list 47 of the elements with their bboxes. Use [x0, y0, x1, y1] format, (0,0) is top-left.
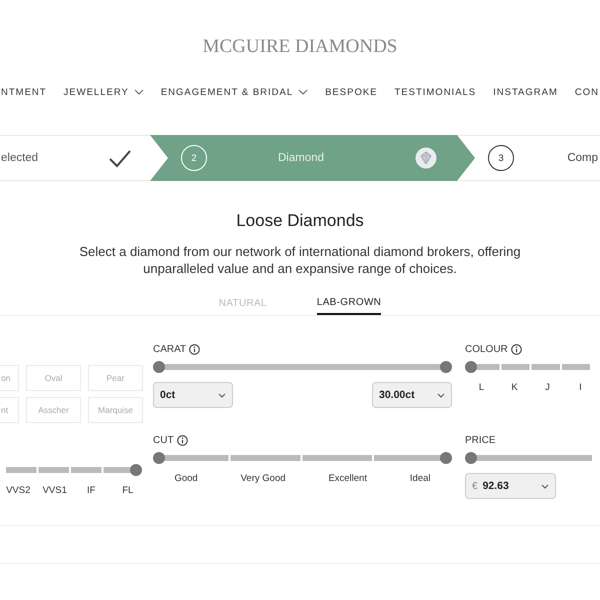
slider-label: VVS1 [42, 485, 68, 496]
slider-label: FL [121, 485, 134, 496]
nav-link[interactable]: TESTIMONIALS [394, 86, 476, 98]
nav-link[interactable]: CON [574, 86, 599, 98]
nav-link[interactable]: BESPOKE [325, 86, 378, 98]
caret-icon [437, 392, 445, 398]
slider-handle[interactable] [153, 361, 165, 373]
slider-track[interactable] [153, 361, 452, 373]
slider-label: L [478, 382, 486, 393]
page-title: Loose Diamonds [235, 211, 365, 231]
filter-label: CARAT [153, 344, 186, 354]
slider-label: K [510, 382, 519, 393]
intro-text: Select a diamond from our network of international diamond brokers, offering unparalleled value and an expansive range of choices. [78, 243, 522, 277]
slider-handle[interactable] [153, 452, 165, 464]
caret-icon [541, 484, 549, 488]
caret-icon [218, 392, 226, 398]
logo[interactable]: MCGUIRE DIAMONDS [202, 36, 398, 74]
nav-link[interactable]: JEWELLERY [64, 86, 144, 98]
dropdown[interactable]: € 92.63 [465, 473, 556, 499]
slider-handle[interactable] [440, 361, 452, 373]
nav-link[interactable]: INSTAGRAM [493, 86, 558, 98]
step-label: Comp [567, 152, 598, 164]
slider-handle[interactable] [440, 452, 452, 464]
filter-label: COLOUR [465, 344, 508, 354]
step-number: 2 [181, 145, 207, 171]
step-label: elected [1, 152, 38, 164]
nav-link[interactable]: ENGAGEMENT & BRIDAL [160, 86, 308, 98]
slider-label: IF [86, 485, 96, 496]
step-number: 3 [488, 145, 514, 171]
slider-label: Excellent [328, 473, 367, 484]
slider-label: J [544, 382, 551, 393]
nav-link[interactable]: NTMENT [1, 86, 47, 98]
slider-label: VVS2 [5, 485, 32, 496]
slider-handle[interactable] [465, 361, 477, 373]
tab[interactable]: LAB-GROWN [316, 296, 382, 315]
slider-handle[interactable] [130, 464, 142, 476]
slider-label: I [578, 382, 583, 393]
dropdown[interactable]: 0ct [153, 382, 233, 408]
slider-track[interactable] [153, 452, 452, 464]
dropdown[interactable]: 30.00ct [372, 382, 452, 408]
slider-label: Ideal [410, 473, 431, 484]
step-label: Diamond [278, 152, 324, 164]
filter-label: PRICE [465, 434, 496, 446]
slider-label: Good [174, 473, 198, 484]
slider-label: Very Good [240, 473, 286, 484]
filter-label: CUT [153, 434, 174, 446]
slider-handle[interactable] [465, 452, 477, 464]
